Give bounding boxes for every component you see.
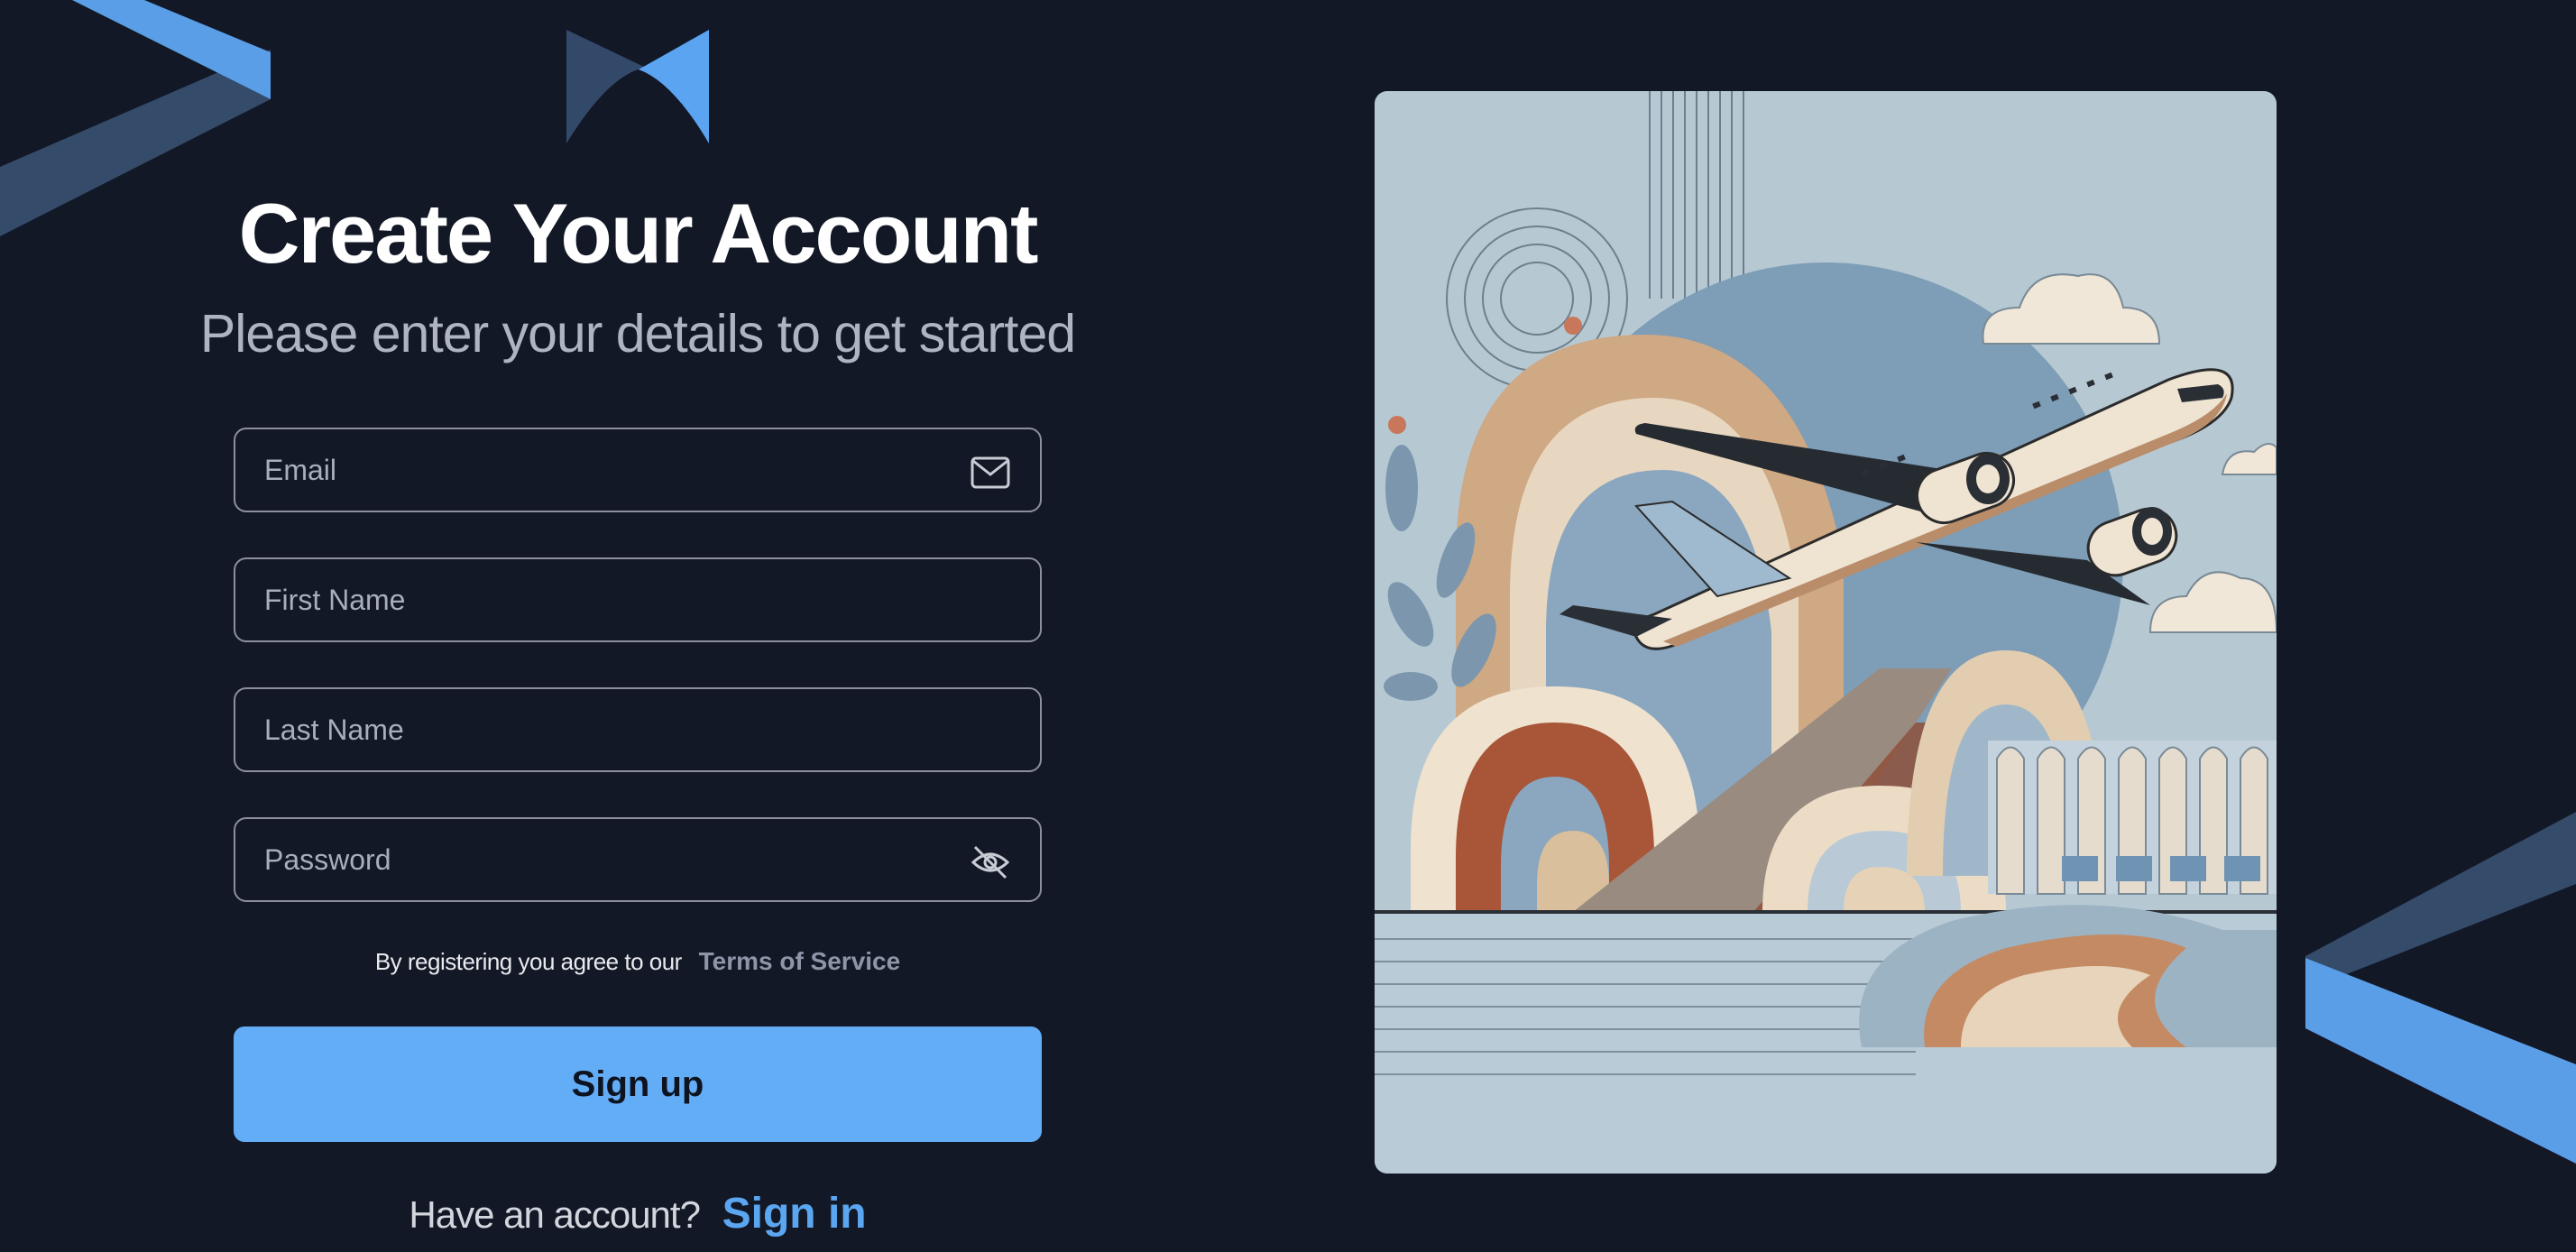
signin-prompt: Have an account? Sign in [0, 1189, 1275, 1238]
terms-text: By registering you agree to our Terms of… [0, 947, 1275, 976]
last-name-input[interactable] [235, 689, 1040, 770]
airplane-illustration [1375, 91, 2277, 1174]
corner-decoration-bottom-right [2305, 812, 2576, 1164]
mail-icon [971, 456, 1010, 489]
bowtie-logo-icon [566, 30, 709, 143]
email-input[interactable] [235, 429, 1040, 511]
sign-up-button[interactable]: Sign up [234, 1026, 1042, 1142]
terms-prefix: By registering you agree to our [374, 948, 683, 975]
signin-prompt-text: Have an account? [409, 1193, 701, 1236]
signup-panel: Create Your Account Please enter your de… [0, 0, 1275, 1252]
first-name-field[interactable] [234, 557, 1042, 642]
first-name-input[interactable] [235, 559, 1040, 640]
page-title: Create Your Account [238, 186, 1039, 281]
last-name-field[interactable] [234, 687, 1042, 772]
terms-of-service-link[interactable]: Terms of Service [699, 947, 901, 975]
password-field[interactable] [234, 817, 1042, 902]
email-field[interactable] [234, 428, 1042, 512]
eye-off-icon[interactable] [970, 844, 1011, 880]
page-subtitle: Please enter your details to get started [199, 304, 1076, 364]
sign-in-link[interactable]: Sign in [722, 1190, 867, 1238]
password-input[interactable] [235, 819, 1040, 900]
